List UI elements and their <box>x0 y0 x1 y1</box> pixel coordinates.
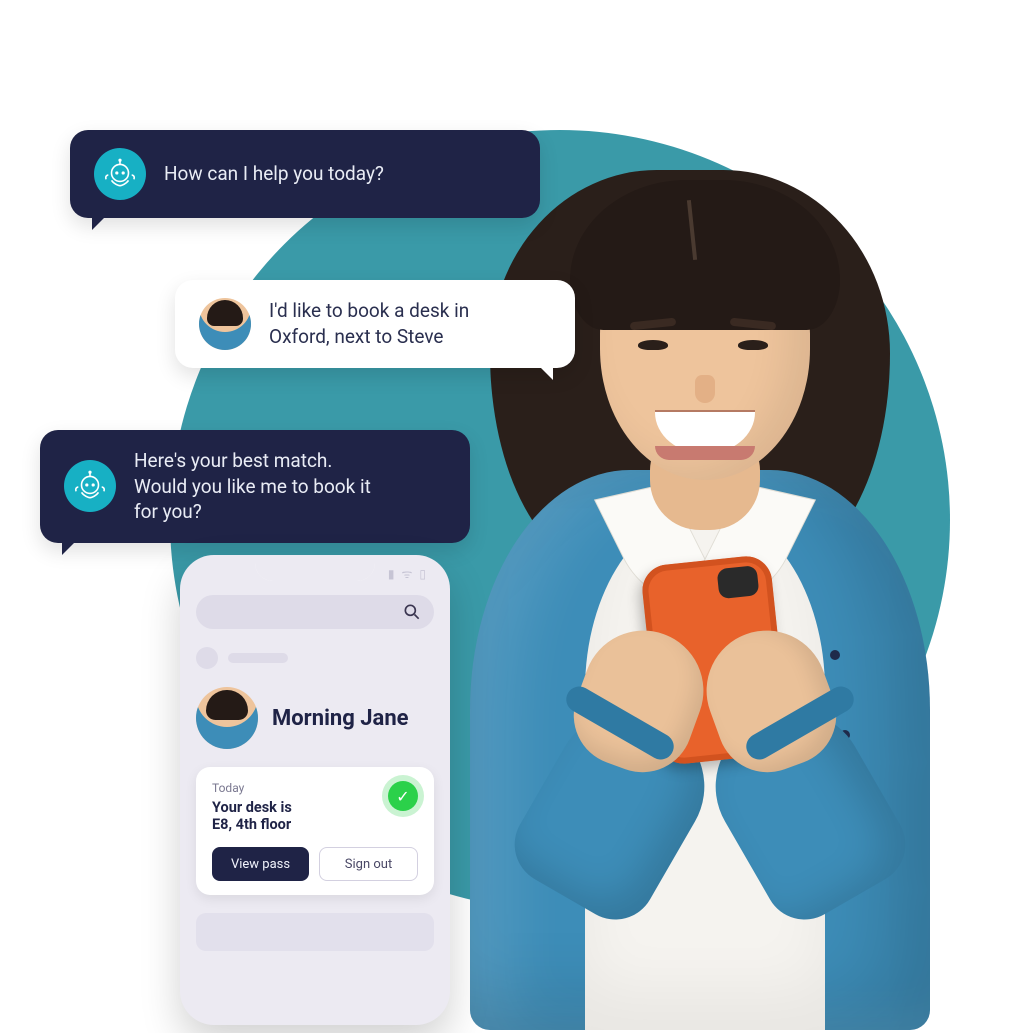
status-bar-icons: ▮ ᯤ ▯ <box>388 565 428 582</box>
text-line: Would you like me to book it <box>134 475 371 498</box>
greeting-row: Morning Jane <box>196 687 434 749</box>
phone-mockup: ▮ ᯤ ▯ Morning Jane Today Your desk is E8… <box>180 555 450 1025</box>
text-line: Your desk is <box>212 799 292 816</box>
chat-bubble-bot-2: Here's your best match. Would you like m… <box>40 430 470 543</box>
chat-bubble-user-1: I'd like to book a desk in Oxford, next … <box>175 280 575 368</box>
card-title: Your desk is E8, 4th floor <box>212 799 292 833</box>
booking-card: Today Your desk is E8, 4th floor ✓ View … <box>196 767 434 895</box>
person-illustration <box>430 90 990 1020</box>
user-avatar-icon <box>196 687 258 749</box>
search-icon <box>402 602 422 622</box>
skeleton-block <box>196 913 434 951</box>
text-line: I'd like to book a desk in <box>269 299 469 322</box>
search-input[interactable] <box>196 595 434 629</box>
view-pass-button[interactable]: View pass <box>212 847 309 881</box>
text-line: Here's your best match. <box>134 449 332 472</box>
chat-message-text: Here's your best match. Would you like m… <box>134 448 371 525</box>
chat-message-text: How can I help you today? <box>164 161 384 187</box>
check-icon: ✓ <box>388 781 418 811</box>
text-line: Oxford, next to Steve <box>269 325 443 348</box>
sign-out-button[interactable]: Sign out <box>319 847 418 881</box>
card-subtitle: Today <box>212 781 292 795</box>
user-avatar-icon <box>199 298 251 350</box>
text-line: E8, 4th floor <box>212 816 291 833</box>
composition: How can I help you today? I'd like to bo… <box>0 0 1033 1033</box>
bot-icon <box>94 148 146 200</box>
text-line: for you? <box>134 500 202 523</box>
skeleton-row <box>196 647 434 669</box>
greeting-text: Morning Jane <box>272 706 409 731</box>
bot-icon <box>64 460 116 512</box>
chat-message-text: I'd like to book a desk in Oxford, next … <box>269 298 469 349</box>
chat-bubble-bot-1: How can I help you today? <box>70 130 540 218</box>
